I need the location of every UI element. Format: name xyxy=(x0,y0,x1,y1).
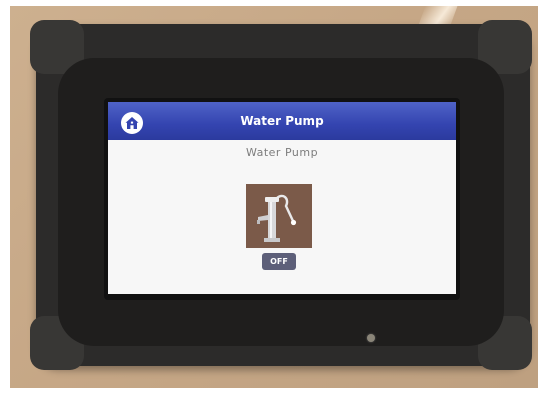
touch-screen: Water Pump Water Pump OFF xyxy=(108,102,456,294)
device-label: Water Pump xyxy=(245,146,319,159)
photo-scene: Water Pump Water Pump OFF xyxy=(0,0,548,394)
water-pump-tile[interactable] xyxy=(246,184,312,248)
title-bar: Water Pump xyxy=(108,102,456,140)
home-icon xyxy=(125,117,139,129)
page-title: Water Pump xyxy=(240,114,324,128)
power-toggle-button[interactable]: OFF xyxy=(262,253,296,270)
hand-water-pump-icon xyxy=(257,194,297,242)
status-led xyxy=(367,334,375,342)
home-button[interactable] xyxy=(121,112,143,134)
